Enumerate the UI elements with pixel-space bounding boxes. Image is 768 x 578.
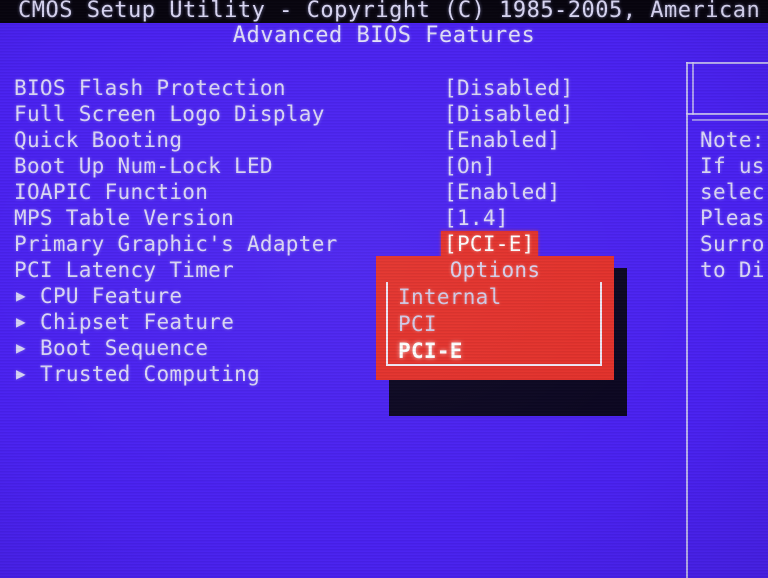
help-panel-text: Note: If us selec Pleas Surro to Di	[700, 127, 768, 283]
help-panel-line: selec	[700, 180, 765, 204]
help-panel-line: Surro	[700, 232, 765, 256]
settings-row-value[interactable]: [On]	[444, 153, 496, 179]
title-bar: CMOS Setup Utility - Copyright (C) 1985-…	[0, 0, 768, 23]
settings-row-label: Full Screen Logo Display	[14, 102, 325, 126]
settings-row[interactable]: Quick Booting [Enabled]	[0, 127, 690, 153]
option-item[interactable]: Internal	[398, 284, 502, 311]
help-panel-line: Pleas	[700, 206, 765, 230]
options-popup-list: Internal PCI PCI-E	[398, 284, 502, 365]
help-panel-inner-border	[692, 62, 694, 115]
submenu-arrow-icon: ▶	[16, 312, 26, 331]
submenu-arrow-icon: ▶	[16, 364, 26, 383]
settings-row-label: Chipset Feature	[40, 310, 235, 334]
help-panel-top-border	[686, 62, 768, 64]
settings-row-value[interactable]: [Enabled]	[444, 127, 561, 153]
settings-row-label: IOAPIC Function	[14, 180, 209, 204]
help-panel-line: Note:	[700, 128, 765, 152]
submenu-arrow-icon: ▶	[16, 338, 26, 357]
help-panel-divider	[686, 113, 768, 115]
settings-row[interactable]: Primary Graphic's Adapter [PCI-E]	[0, 231, 690, 257]
settings-row-label: Boot Up Num-Lock LED	[14, 154, 273, 178]
option-item[interactable]: PCI	[398, 311, 502, 338]
settings-row-value[interactable]: [Enabled]	[444, 179, 561, 205]
settings-row-label: Primary Graphic's Adapter	[14, 232, 338, 256]
settings-row-value[interactable]: [Disabled]	[444, 101, 573, 127]
bios-setup-screen: CMOS Setup Utility - Copyright (C) 1985-…	[0, 0, 768, 578]
submenu-arrow-icon: ▶	[16, 286, 26, 305]
settings-row-value-selected[interactable]: [PCI-E]	[441, 231, 538, 257]
settings-row[interactable]: MPS Table Version [1.4]	[0, 205, 690, 231]
option-item-selected[interactable]: PCI-E	[398, 338, 502, 365]
settings-row-label: MPS Table Version	[14, 206, 235, 230]
settings-row[interactable]: Boot Up Num-Lock LED [On]	[0, 153, 690, 179]
options-popup-title-text: Options	[441, 258, 549, 282]
options-popup[interactable]: Options Internal PCI PCI-E	[376, 256, 614, 380]
settings-row-label: Quick Booting	[14, 128, 183, 152]
settings-row[interactable]: IOAPIC Function [Enabled]	[0, 179, 690, 205]
settings-row-value[interactable]: [1.4]	[444, 205, 509, 231]
settings-row-label: CPU Feature	[40, 284, 183, 308]
options-popup-title: Options	[376, 258, 614, 282]
settings-row[interactable]: BIOS Flash Protection [Disabled]	[0, 75, 690, 101]
help-panel-line: to Di	[700, 258, 765, 282]
settings-row[interactable]: Full Screen Logo Display [Disabled]	[0, 101, 690, 127]
page-title: Advanced BIOS Features	[232, 23, 536, 48]
settings-row-value[interactable]: [Disabled]	[444, 75, 573, 101]
settings-row-label: PCI Latency Timer	[14, 258, 235, 282]
settings-row-label: Trusted Computing	[40, 362, 261, 386]
help-panel-line: If us	[700, 154, 765, 178]
help-panel-inner-divider	[692, 119, 768, 121]
settings-row-label: BIOS Flash Protection	[14, 76, 286, 100]
settings-row-label: Boot Sequence	[40, 336, 209, 360]
title-bar-text: CMOS Setup Utility - Copyright (C) 1985-…	[18, 0, 768, 23]
